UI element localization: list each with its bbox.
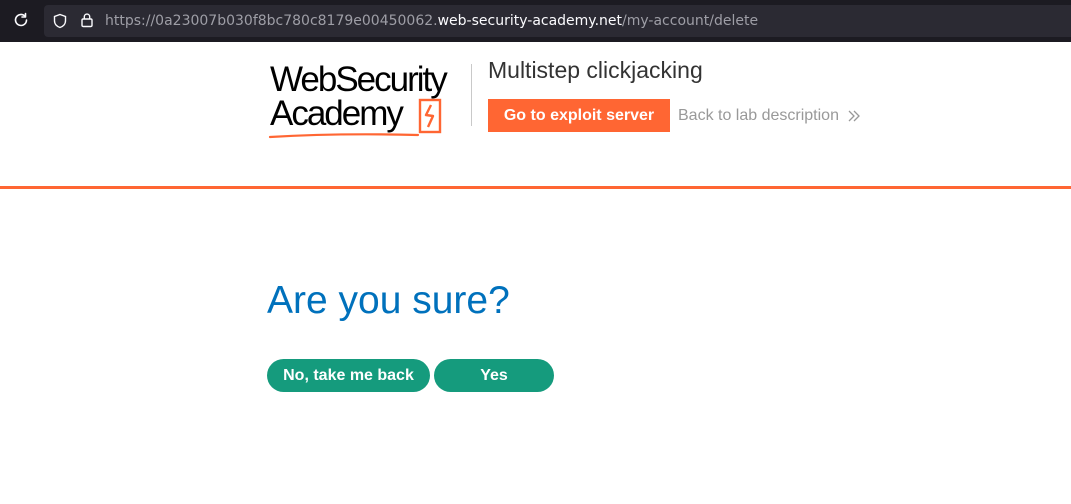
shield-icon[interactable] <box>52 13 68 34</box>
page-heading: Are you sure? <box>267 279 510 322</box>
lab-title: Multistep clickjacking <box>488 57 703 83</box>
url-text: https://0a23007b030f8bc780c8179e00450062… <box>105 12 758 30</box>
logo-underline <box>268 133 420 139</box>
double-chevron-right-icon <box>848 110 860 122</box>
url-prefix: https://0a23007b030f8bc780c8179e00450062… <box>105 13 438 29</box>
go-to-exploit-server-button[interactable]: Go to exploit server <box>488 99 670 132</box>
yes-button[interactable]: Yes <box>434 359 554 392</box>
browser-toolbar: https://0a23007b030f8bc780c8179e00450062… <box>0 0 1071 42</box>
back-link-label: Back to lab description <box>678 107 839 124</box>
back-to-lab-description-link[interactable]: Back to lab description <box>678 106 861 126</box>
reload-icon[interactable] <box>10 9 32 31</box>
address-bar[interactable]: https://0a23007b030f8bc780c8179e00450062… <box>44 5 1071 37</box>
logo-line1: WebSecurity <box>270 60 448 99</box>
url-domain: web-security-academy.net <box>437 13 623 29</box>
logo-bolt-icon <box>418 98 442 134</box>
no-take-me-back-button[interactable]: No, take me back <box>267 359 430 392</box>
lab-header: WebSecurity Academy Multistep clickjacki… <box>0 42 1071 189</box>
header-divider <box>471 64 472 126</box>
url-path: /my-account/delete <box>622 13 759 29</box>
lock-icon[interactable] <box>80 12 94 33</box>
logo-line2: Academy <box>270 94 404 133</box>
web-security-academy-logo[interactable]: WebSecurity Academy <box>268 60 468 139</box>
